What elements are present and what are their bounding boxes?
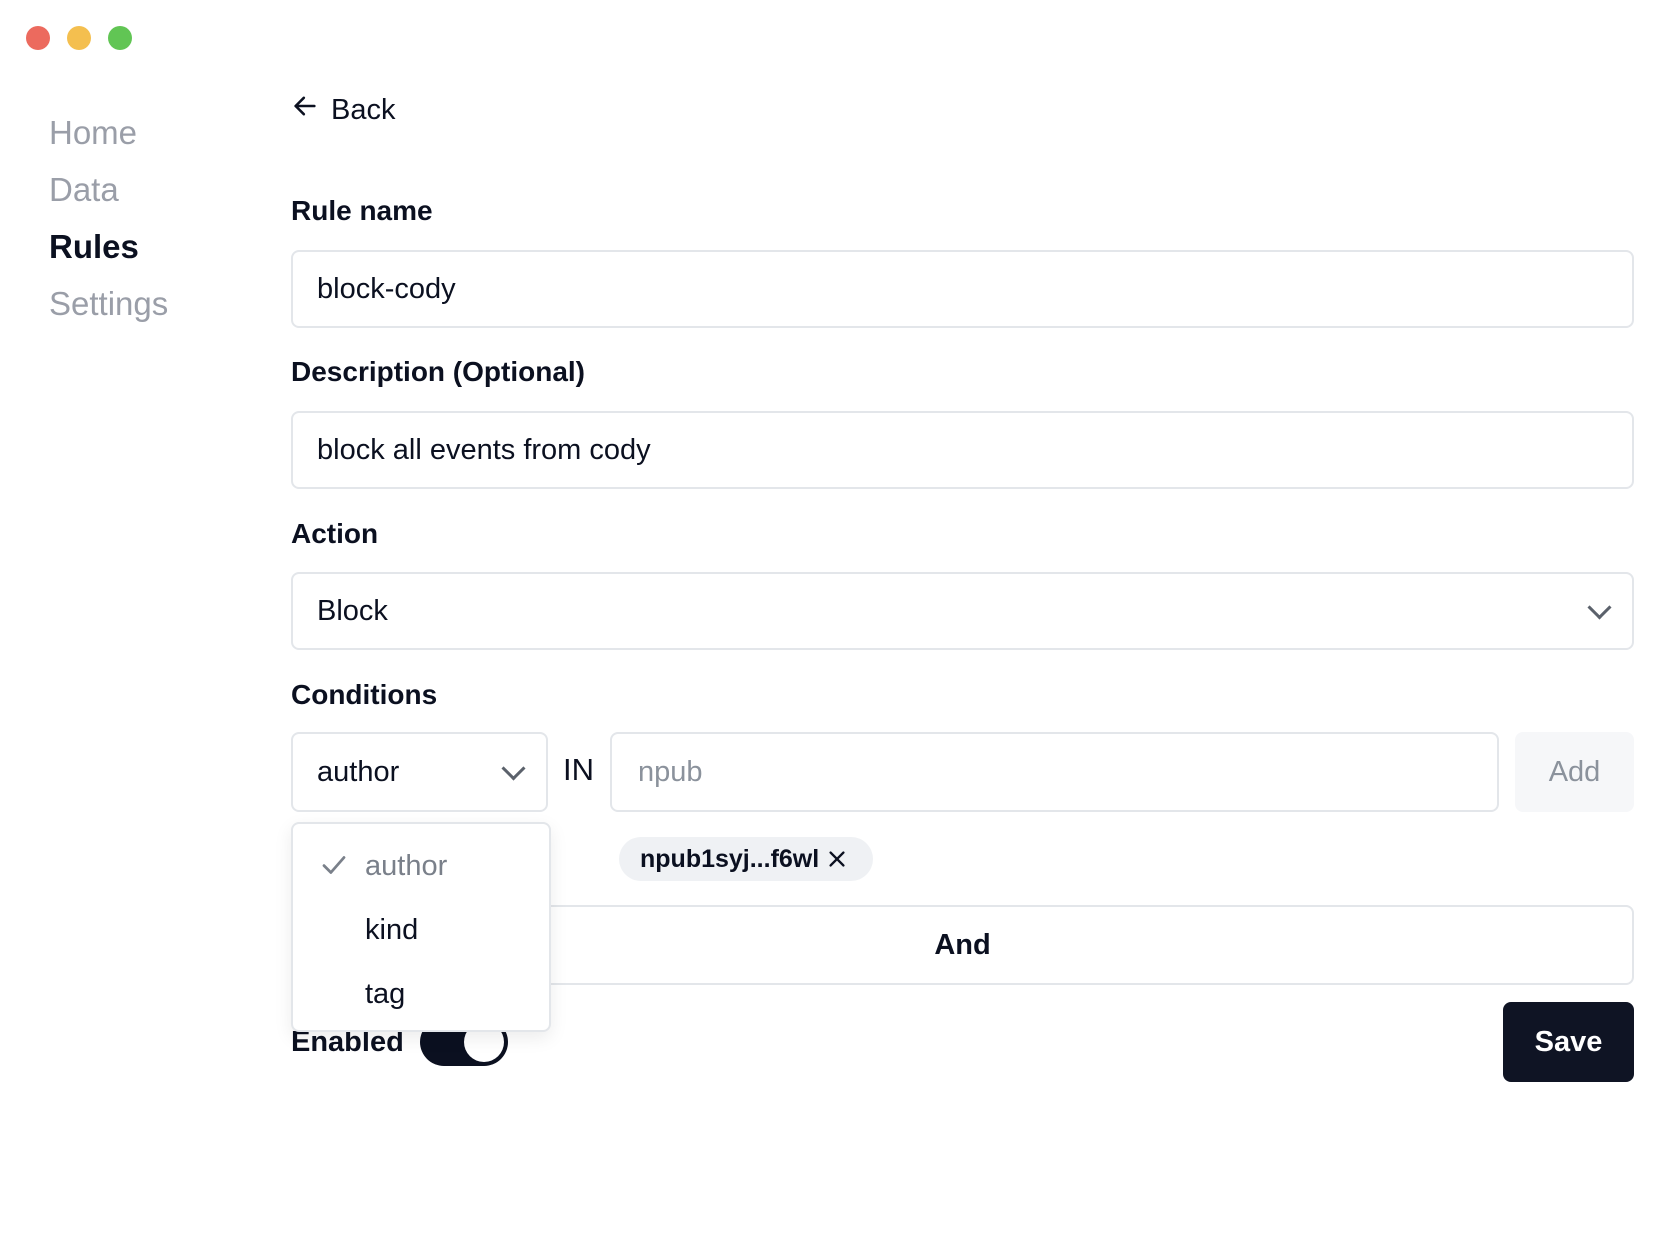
add-button[interactable]: Add: [1515, 732, 1634, 812]
chevron-down-icon: [501, 755, 526, 781]
rule-name-input[interactable]: [317, 272, 1608, 306]
option-label: kind: [365, 913, 419, 946]
condition-field-select[interactable]: author: [291, 732, 548, 812]
dropdown-option-tag[interactable]: tag: [293, 962, 549, 1026]
description-label: Description (Optional): [291, 356, 585, 387]
conditions-label: Conditions: [291, 679, 438, 710]
sidebar-item-data[interactable]: Data: [49, 161, 168, 218]
option-label: author: [365, 849, 448, 882]
sidebar-item-settings[interactable]: Settings: [49, 275, 168, 332]
back-label: Back: [331, 93, 396, 126]
save-button[interactable]: Save: [1503, 1002, 1634, 1082]
minimize-window-button[interactable]: [67, 26, 91, 50]
action-label: Action: [291, 518, 379, 549]
back-button[interactable]: Back: [291, 92, 395, 128]
close-icon[interactable]: [825, 847, 849, 871]
close-window-button[interactable]: [26, 26, 50, 50]
option-label: tag: [365, 977, 406, 1010]
description-field[interactable]: [291, 411, 1634, 489]
action-value: Block: [317, 594, 388, 627]
arrow-left-icon: [291, 92, 319, 128]
sidebar: Home Data Rules Settings: [49, 104, 168, 332]
window-controls: [26, 26, 132, 50]
action-select[interactable]: Block: [291, 572, 1634, 650]
maximize-window-button[interactable]: [108, 26, 132, 50]
rule-name-label: Rule name: [291, 195, 433, 226]
description-input[interactable]: [317, 433, 1608, 467]
sidebar-item-home[interactable]: Home: [49, 104, 168, 161]
rule-name-field[interactable]: [291, 250, 1634, 328]
check-icon: [319, 850, 349, 888]
dropdown-option-kind[interactable]: kind: [293, 898, 549, 962]
npub-field[interactable]: [610, 732, 1499, 812]
dropdown-option-author[interactable]: author: [293, 834, 549, 898]
sidebar-item-rules[interactable]: Rules: [49, 218, 168, 275]
chevron-down-icon: [1587, 594, 1612, 620]
condition-operator: IN: [563, 752, 594, 787]
condition-field-value: author: [317, 755, 400, 788]
npub-input[interactable]: [636, 754, 1473, 790]
chip-label: npub1syj...f6wl: [640, 844, 820, 873]
condition-field-dropdown: author kind tag: [291, 822, 551, 1032]
npub-chip: npub1syj...f6wl: [619, 837, 874, 881]
